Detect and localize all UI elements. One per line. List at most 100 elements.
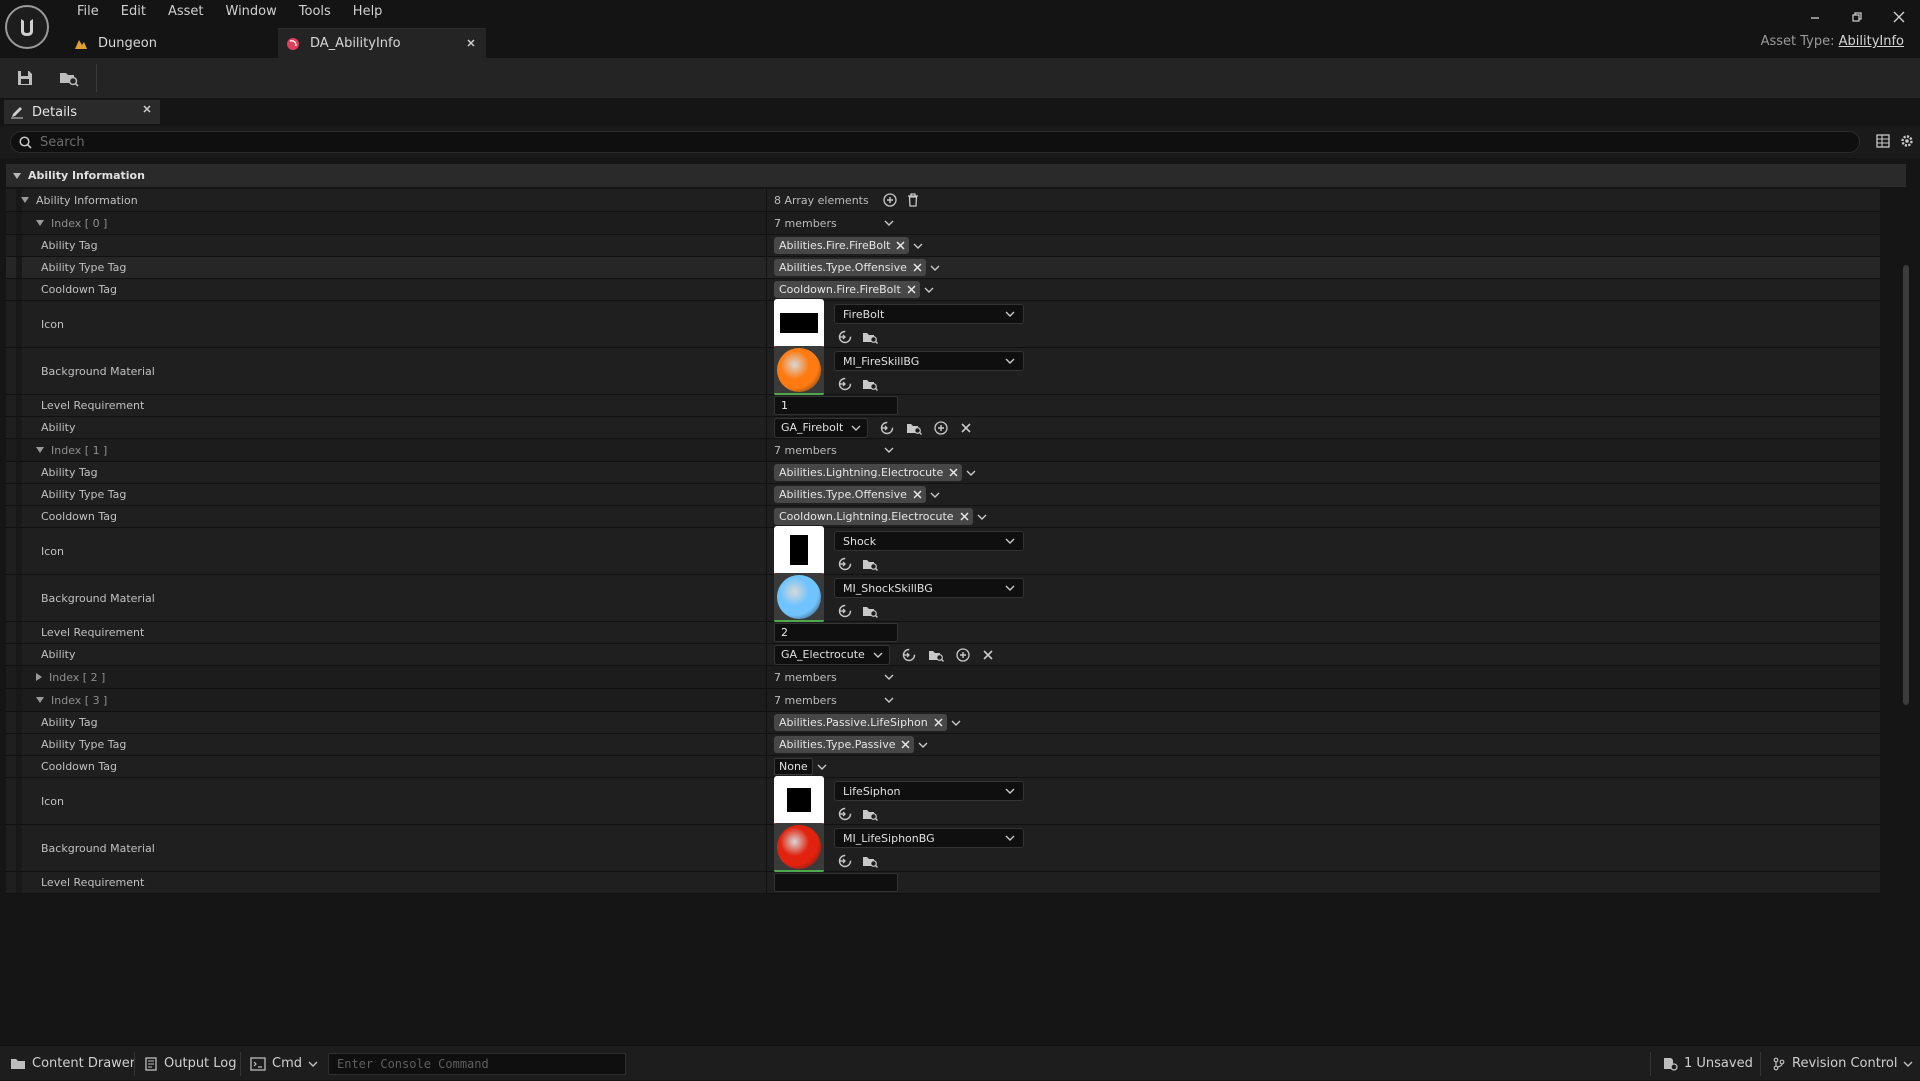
content-drawer-button[interactable]: Content Drawer: [10, 1046, 135, 1081]
column-divider[interactable]: [766, 778, 767, 824]
browse-to-class-icon[interactable]: [906, 421, 923, 435]
tab-dungeon[interactable]: Dungeon: [66, 28, 272, 58]
browse-to-asset-icon[interactable]: [862, 330, 878, 344]
texture-thumbnail[interactable]: [774, 299, 824, 349]
column-divider[interactable]: [766, 689, 767, 711]
members-dropdown[interactable]: 7 members: [774, 444, 894, 457]
unsaved-button[interactable]: 1 Unsaved: [1662, 1046, 1753, 1081]
chevron-down-icon[interactable]: [35, 696, 45, 704]
cmd-dropdown[interactable]: Cmd: [250, 1046, 318, 1081]
column-divider[interactable]: [766, 528, 767, 574]
texture-thumbnail[interactable]: [774, 526, 824, 576]
settings-gear-icon[interactable]: [1900, 134, 1914, 148]
index-0-label-cell[interactable]: Index [ 0 ]: [35, 212, 107, 234]
level-requirement-input[interactable]: 2: [774, 623, 898, 642]
clear-icon[interactable]: [982, 649, 994, 661]
empty-tag-chip[interactable]: None: [774, 758, 813, 775]
members-dropdown[interactable]: 7 members: [774, 217, 894, 230]
column-divider[interactable]: [766, 506, 767, 527]
column-divider[interactable]: [766, 417, 767, 438]
column-divider[interactable]: [766, 575, 767, 621]
level-requirement-input[interactable]: 1: [774, 396, 898, 415]
column-divider[interactable]: [766, 644, 767, 665]
tag-picker-chevron-icon[interactable]: [918, 742, 928, 748]
column-divider[interactable]: [766, 734, 767, 755]
new-blueprint-icon[interactable]: [934, 420, 948, 435]
column-divider[interactable]: [766, 301, 767, 347]
gameplay-tag-chip[interactable]: Abilities.Type.Offensive: [774, 486, 926, 503]
members-dropdown[interactable]: 7 members: [774, 694, 894, 707]
column-divider[interactable]: [766, 348, 767, 394]
level-requirement-input[interactable]: [774, 873, 898, 892]
column-divider[interactable]: [766, 439, 767, 461]
tab-ability-info[interactable]: DA_AbilityInfo: [278, 28, 486, 58]
close-tab-icon[interactable]: [466, 38, 476, 48]
tag-picker-chevron-icon[interactable]: [951, 720, 961, 726]
use-selected-asset-icon[interactable]: [838, 604, 852, 618]
scrollbar[interactable]: [1903, 265, 1909, 705]
column-divider[interactable]: [766, 825, 767, 871]
asset-picker-combo[interactable]: Shock: [834, 531, 1024, 551]
use-selected-asset-icon[interactable]: [838, 854, 852, 868]
browse-to-asset-icon[interactable]: [862, 604, 878, 618]
material-thumbnail[interactable]: [774, 823, 824, 873]
asset-picker-combo[interactable]: MI_ShockSkillBG: [834, 578, 1024, 598]
use-selected-asset-icon[interactable]: [838, 330, 852, 344]
close-window-icon[interactable]: [1886, 8, 1912, 26]
asset-picker-combo[interactable]: FireBolt: [834, 304, 1024, 324]
table-view-icon[interactable]: [1876, 134, 1890, 148]
browse-folder-icon[interactable]: [58, 67, 80, 89]
column-divider[interactable]: [766, 395, 767, 416]
column-divider[interactable]: [766, 279, 767, 300]
menu-help[interactable]: Help: [342, 2, 394, 22]
tag-picker-chevron-icon[interactable]: [930, 265, 940, 271]
chevron-down-icon[interactable]: [20, 196, 30, 204]
restore-icon[interactable]: [1844, 8, 1870, 26]
output-log-button[interactable]: Output Log: [144, 1046, 237, 1081]
tag-picker-chevron-icon[interactable]: [966, 470, 976, 476]
texture-thumbnail[interactable]: [774, 776, 824, 826]
menu-asset[interactable]: Asset: [157, 2, 215, 22]
close-details-icon[interactable]: [142, 104, 152, 114]
delete-all-icon[interactable]: [907, 193, 919, 207]
gameplay-tag-chip[interactable]: Abilities.Lightning.Electrocute: [774, 464, 963, 481]
column-divider[interactable]: [766, 666, 767, 688]
remove-tag-icon[interactable]: [907, 285, 916, 294]
ability-information-array-label-cell[interactable]: Ability Information: [20, 189, 138, 211]
column-divider[interactable]: [766, 462, 767, 483]
asset-picker-combo[interactable]: LifeSiphon: [834, 781, 1024, 801]
menu-edit[interactable]: Edit: [110, 2, 157, 22]
column-divider[interactable]: [766, 235, 767, 256]
unreal-logo-icon[interactable]: [5, 5, 49, 49]
use-selected-asset-icon[interactable]: [838, 807, 852, 821]
remove-tag-icon[interactable]: [960, 512, 969, 521]
browse-to-asset-icon[interactable]: [862, 854, 878, 868]
index-1-label-cell[interactable]: Index [ 1 ]: [35, 439, 107, 461]
chevron-right-icon[interactable]: [35, 672, 43, 682]
asset-picker-combo[interactable]: MI_FireSkillBG: [834, 351, 1024, 371]
column-divider[interactable]: [766, 189, 767, 211]
tag-picker-chevron-icon[interactable]: [817, 764, 827, 770]
column-divider[interactable]: [766, 257, 767, 278]
use-selected-asset-icon[interactable]: [838, 377, 852, 391]
tag-picker-chevron-icon[interactable]: [924, 287, 934, 293]
chevron-down-icon[interactable]: [35, 219, 45, 227]
gameplay-tag-chip[interactable]: Cooldown.Fire.FireBolt: [774, 281, 920, 298]
column-divider[interactable]: [766, 622, 767, 643]
index-2-label-cell[interactable]: Index [ 2 ]: [35, 666, 105, 688]
ability-class-picker[interactable]: GA_Firebolt: [774, 417, 869, 438]
column-divider[interactable]: [766, 872, 767, 893]
gameplay-tag-chip[interactable]: Cooldown.Lightning.Electrocute: [774, 508, 973, 525]
category-header-ability-information[interactable]: Ability Information: [6, 164, 1906, 187]
use-selected-asset-icon[interactable]: [838, 557, 852, 571]
minimize-icon[interactable]: [1802, 8, 1828, 26]
gameplay-tag-chip[interactable]: Abilities.Passive.LifeSiphon: [774, 714, 947, 731]
browse-to-asset-icon[interactable]: [862, 807, 878, 821]
remove-tag-icon[interactable]: [949, 468, 958, 477]
save-icon[interactable]: [14, 67, 36, 89]
gameplay-tag-chip[interactable]: Abilities.Type.Offensive: [774, 259, 926, 276]
remove-tag-icon[interactable]: [913, 263, 922, 272]
clear-icon[interactable]: [960, 422, 972, 434]
browse-to-asset-icon[interactable]: [862, 557, 878, 571]
details-tab[interactable]: Details: [4, 100, 160, 124]
